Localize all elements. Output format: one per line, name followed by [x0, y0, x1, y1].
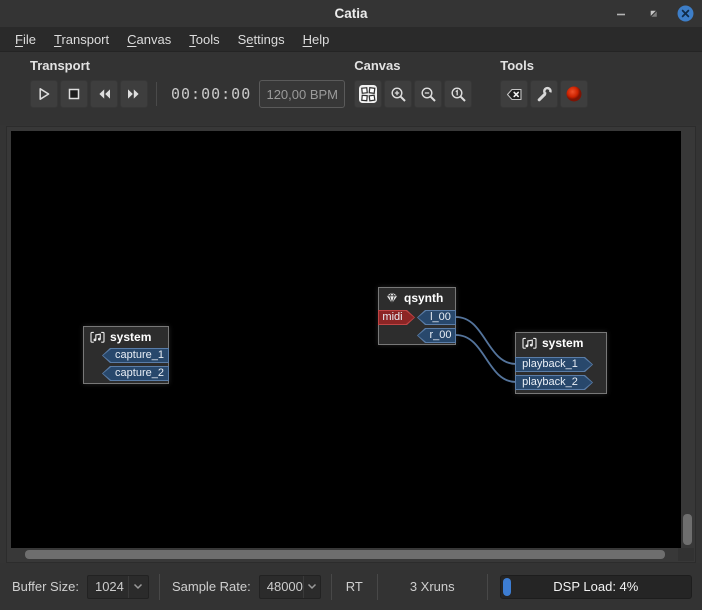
transport-section-label: Transport — [30, 58, 345, 73]
xruns-count: 3 Xruns — [410, 579, 455, 594]
menu-file[interactable]: File — [6, 29, 45, 50]
zoom-100-icon — [450, 86, 467, 103]
titlebar: Catia — [0, 0, 702, 27]
horizontal-scrollbar-thumb[interactable] — [25, 550, 665, 559]
connection-r00-playback2[interactable] — [456, 335, 516, 382]
bpm-display[interactable]: 120,00 BPM — [259, 80, 345, 108]
horizontal-scrollbar[interactable] — [11, 549, 681, 560]
wrench-icon — [536, 86, 553, 103]
window-title: Catia — [0, 6, 702, 21]
node-system-playback[interactable]: system playback_1 playback_2 — [515, 332, 607, 394]
forward-icon — [126, 86, 142, 102]
stop-button[interactable] — [60, 80, 88, 108]
statusbar-separator — [159, 574, 160, 600]
patchbay-frame: system capture_1 capture_2 qsynth — [6, 126, 696, 563]
application-icon — [385, 291, 399, 305]
stop-icon — [66, 86, 82, 102]
port-r00[interactable]: r_00 — [417, 328, 456, 343]
zoom-out-icon — [420, 86, 437, 103]
sample-rate-label: Sample Rate: — [172, 579, 251, 594]
sample-rate-value: 48000 — [260, 579, 303, 594]
vertical-scrollbar[interactable] — [682, 131, 693, 548]
port-playback-1[interactable]: playback_1 — [515, 357, 593, 372]
zoom-in-icon — [390, 86, 407, 103]
dsp-load-bar: DSP Load: 4% — [500, 575, 692, 599]
port-capture-1[interactable]: capture_1 — [102, 348, 169, 363]
menu-transport[interactable]: Transport — [45, 29, 118, 50]
realtime-indicator: RT — [346, 579, 363, 594]
port-l00[interactable]: l_00 — [417, 310, 456, 325]
menu-help[interactable]: Help — [294, 29, 339, 50]
menubar: File Transport Canvas Tools Settings Hel… — [0, 27, 702, 52]
close-icon — [677, 5, 694, 22]
node-header: system — [516, 333, 606, 353]
vertical-scrollbar-thumb[interactable] — [683, 514, 692, 545]
hardware-audio-icon — [522, 337, 537, 350]
toolbar-separator — [156, 82, 157, 106]
clear-xruns-icon — [506, 86, 523, 103]
zoom-in-button[interactable] — [384, 80, 412, 108]
chevron-down-icon — [128, 576, 148, 598]
node-title: system — [542, 336, 583, 350]
rewind-icon — [96, 86, 112, 102]
configure-button[interactable] — [530, 80, 558, 108]
arrange-button[interactable] — [354, 80, 382, 108]
minimize-icon — [614, 7, 628, 21]
buffer-size-label: Buffer Size: — [12, 579, 79, 594]
record-button[interactable] — [560, 80, 588, 108]
record-icon — [565, 85, 583, 103]
node-header: system — [84, 327, 168, 347]
menu-tools[interactable]: Tools — [180, 29, 228, 50]
toolbar: Transport 00:00:00 120,00 BPM Canvas — [0, 52, 702, 125]
node-title: qsynth — [404, 291, 443, 305]
statusbar-separator — [377, 574, 378, 600]
sample-rate-select[interactable]: 48000 — [259, 575, 321, 599]
maximize-button[interactable] — [644, 5, 662, 23]
transport-time: 00:00:00 — [165, 85, 257, 103]
patchbay-canvas[interactable]: system capture_1 capture_2 qsynth — [11, 131, 681, 548]
port-capture-2[interactable]: capture_2 — [102, 366, 169, 381]
statusbar: Buffer Size: 1024 Sample Rate: 48000 RT … — [0, 563, 702, 610]
scrollbar-corner — [678, 548, 694, 561]
connection-l00-playback1[interactable] — [456, 317, 516, 364]
buffer-size-value: 1024 — [88, 579, 128, 594]
hardware-audio-icon — [90, 331, 105, 344]
canvas-section-label: Canvas — [354, 58, 472, 73]
canvas-group: Canvas — [354, 58, 472, 125]
statusbar-separator — [331, 574, 332, 600]
rewind-button[interactable] — [90, 80, 118, 108]
restore-icon — [647, 7, 660, 20]
port-playback-2[interactable]: playback_2 — [515, 375, 593, 390]
dsp-load-label: DSP Load: 4% — [501, 576, 691, 598]
play-button[interactable] — [30, 80, 58, 108]
clear-xruns-button[interactable] — [500, 80, 528, 108]
forward-button[interactable] — [120, 80, 148, 108]
transport-group: Transport 00:00:00 120,00 BPM — [30, 58, 345, 125]
tools-group: Tools — [500, 58, 588, 125]
arrange-dice-icon — [358, 84, 378, 104]
zoom-out-button[interactable] — [414, 80, 442, 108]
node-qsynth[interactable]: qsynth midi l_00 r_00 — [378, 287, 456, 345]
statusbar-separator — [487, 574, 488, 600]
chevron-down-icon — [303, 576, 320, 598]
port-midi[interactable]: midi — [378, 310, 415, 325]
menu-canvas[interactable]: Canvas — [118, 29, 180, 50]
close-button[interactable] — [676, 5, 694, 23]
menu-settings[interactable]: Settings — [229, 29, 294, 50]
play-icon — [36, 86, 52, 102]
node-header: qsynth — [379, 288, 455, 308]
zoom-100-button[interactable] — [444, 80, 472, 108]
node-system-capture[interactable]: system capture_1 capture_2 — [83, 326, 169, 384]
buffer-size-select[interactable]: 1024 — [87, 575, 149, 599]
minimize-button[interactable] — [612, 5, 630, 23]
node-title: system — [110, 330, 151, 344]
tools-section-label: Tools — [500, 58, 588, 73]
